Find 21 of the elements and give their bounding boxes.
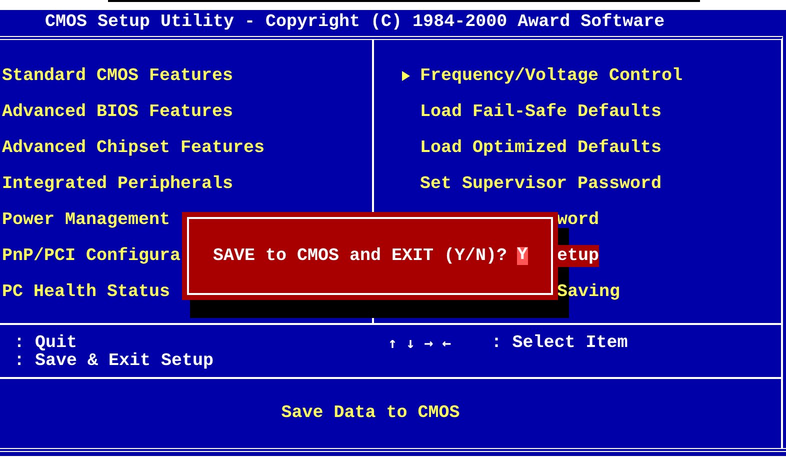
menu-item[interactable]: PnP/PCI Configura bbox=[0, 245, 181, 267]
menu-item[interactable]: Load Fail-Safe Defaults bbox=[420, 101, 662, 123]
menu-item[interactable]: Standard CMOS Features bbox=[0, 65, 234, 87]
menu-item[interactable]: word bbox=[557, 209, 600, 231]
menu-item[interactable]: Advanced BIOS Features bbox=[0, 101, 234, 123]
key-hint: : Save & Exit Setup bbox=[14, 352, 214, 370]
dialog-prompt: SAVE to CMOS and EXIT (Y/N)? bbox=[213, 244, 508, 268]
menu-item[interactable]: Load Optimized Defaults bbox=[420, 137, 662, 159]
menu-item[interactable]: etup bbox=[557, 245, 600, 267]
menu-item[interactable]: PC Health Status bbox=[0, 281, 170, 303]
menu-item[interactable]: Integrated Peripherals bbox=[0, 173, 234, 195]
submenu-arrow-icon bbox=[402, 71, 410, 81]
key-hint: : Select Item bbox=[491, 334, 628, 352]
help-message: Save Data to CMOS bbox=[281, 402, 460, 426]
window-title: CMOS Setup Utility - Copyright (C) 1984-2000 Award Software bbox=[45, 14, 665, 32]
menu-item[interactable]: Advanced Chipset Features bbox=[0, 137, 265, 159]
key-hint: : Quit bbox=[14, 334, 78, 352]
arrow-keys: ↑ ↓ → ← bbox=[388, 334, 452, 352]
menu-item[interactable]: Power Management bbox=[0, 209, 170, 231]
menu-item[interactable]: Frequency/Voltage Control bbox=[420, 65, 683, 87]
menu-item[interactable]: Set Supervisor Password bbox=[420, 173, 662, 195]
